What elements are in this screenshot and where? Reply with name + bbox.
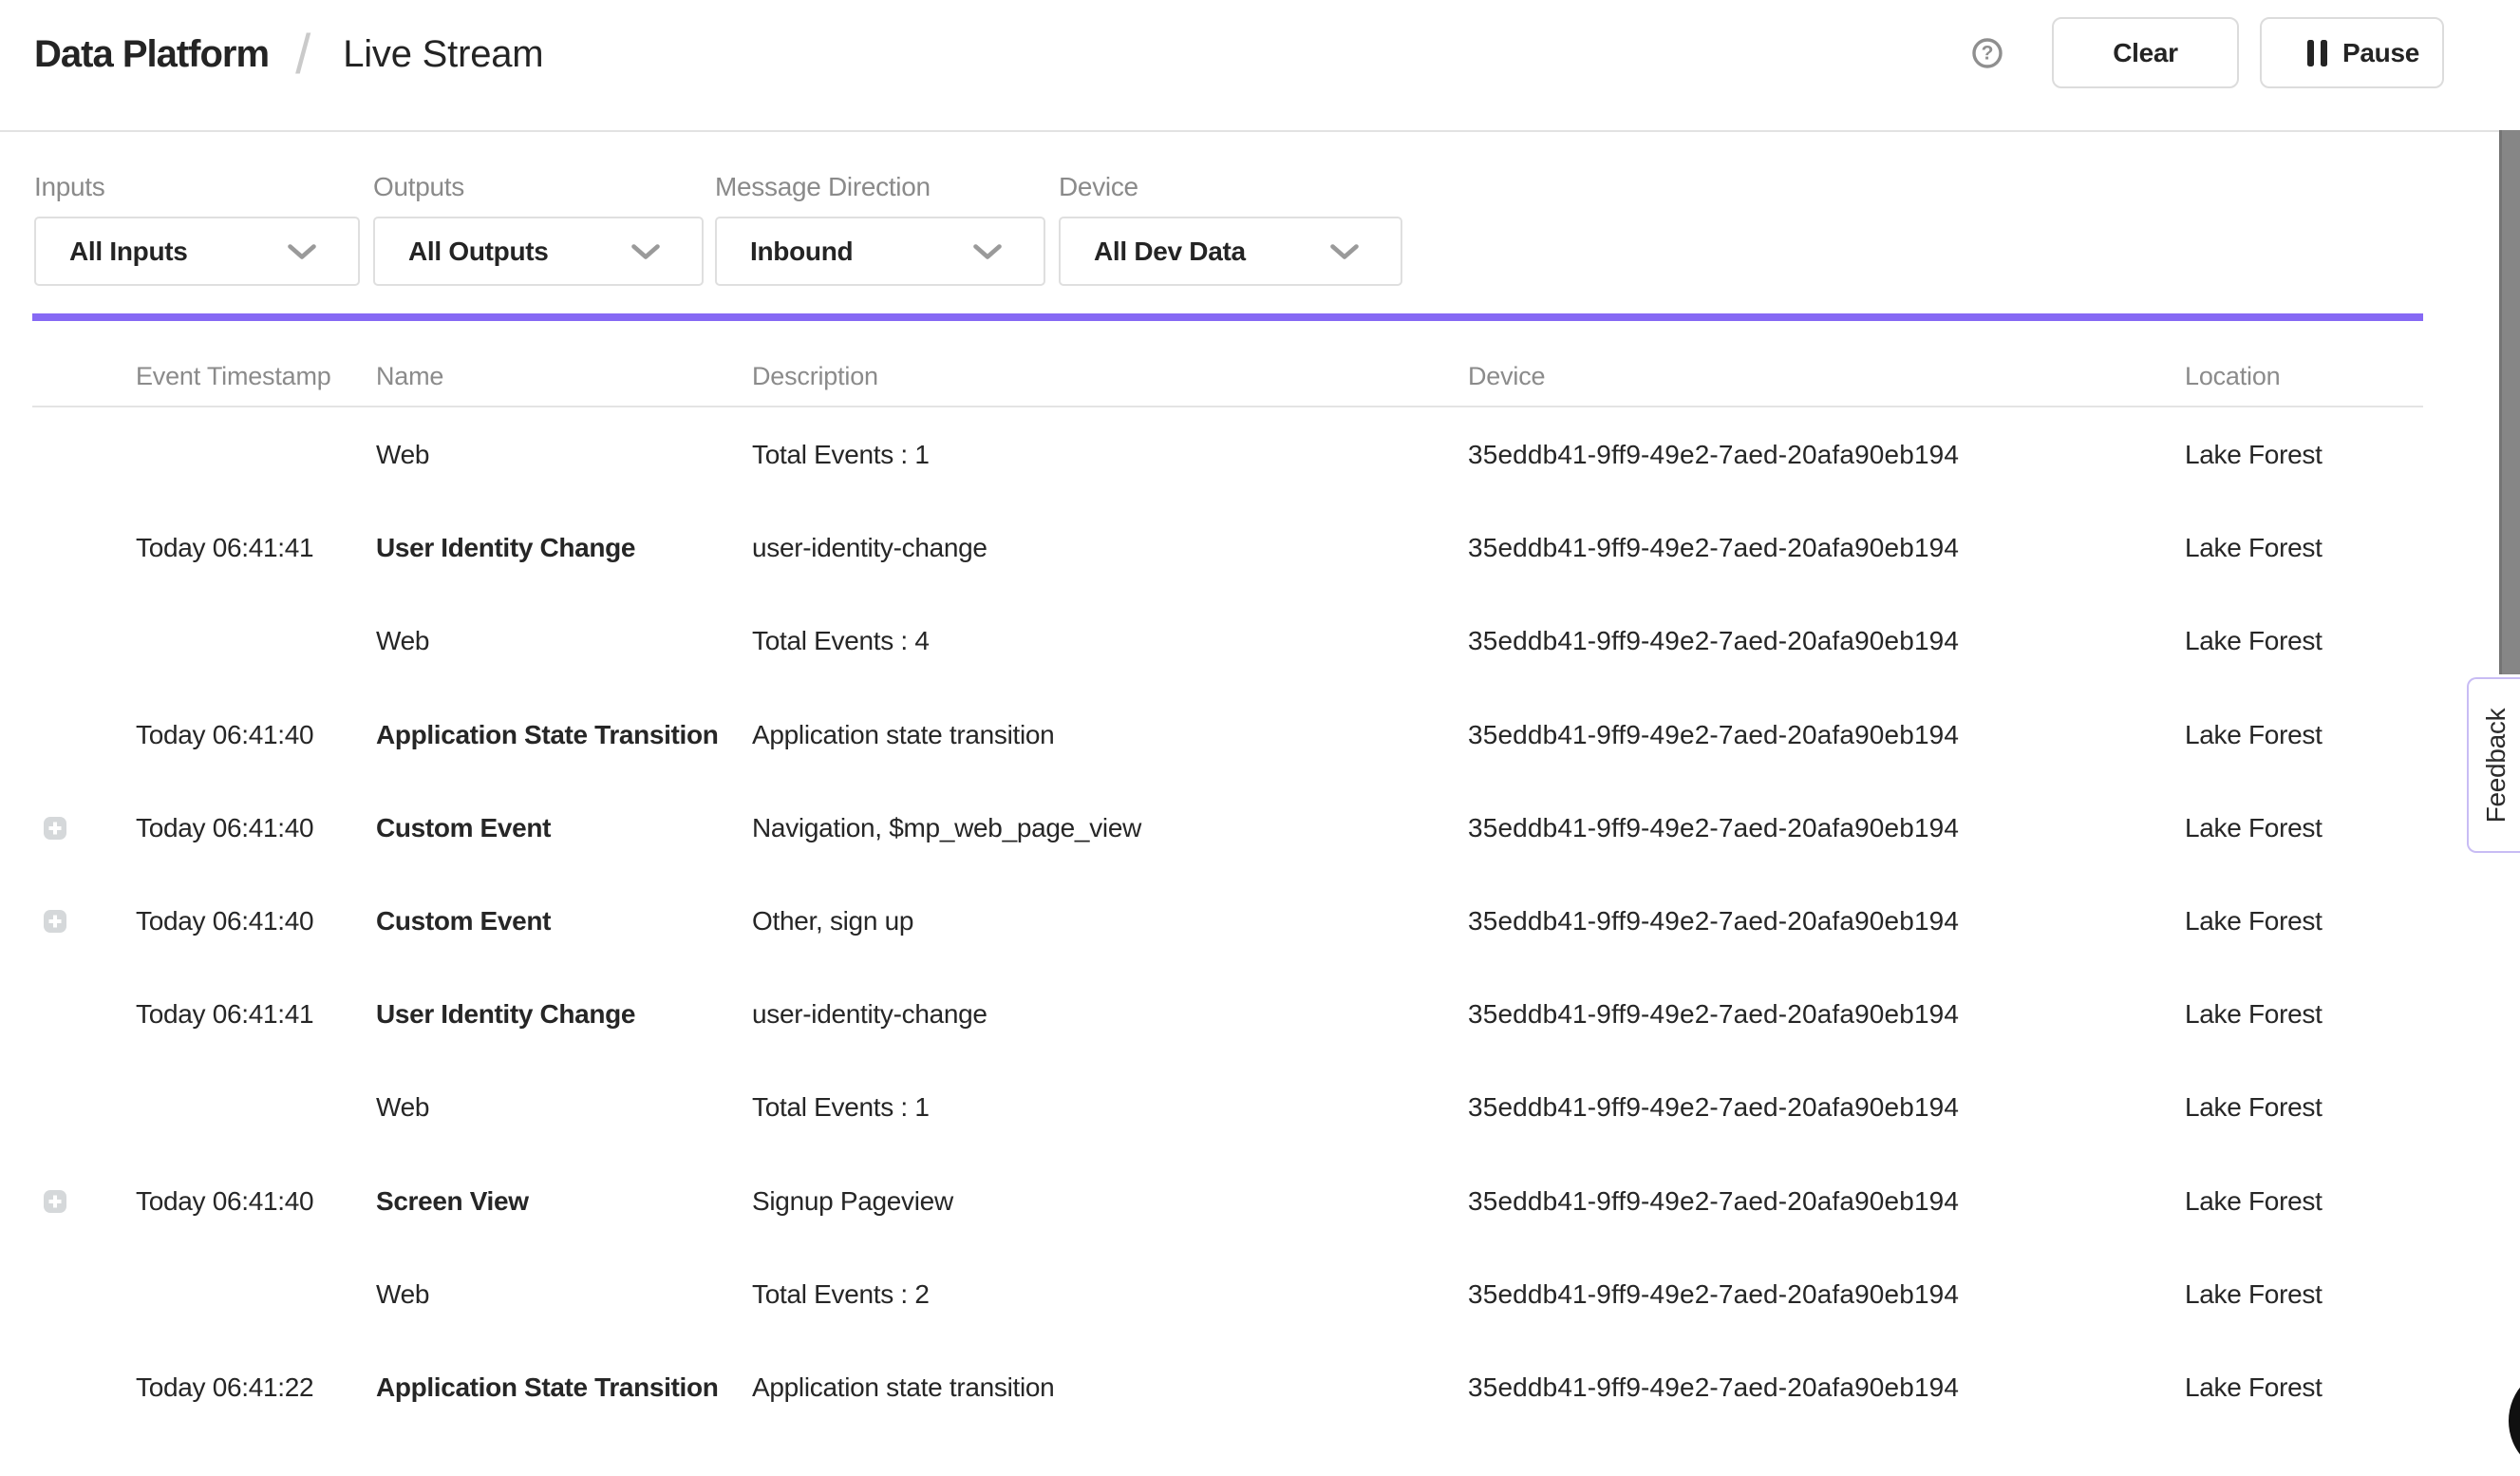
- svg-text:?: ?: [1982, 43, 1994, 65]
